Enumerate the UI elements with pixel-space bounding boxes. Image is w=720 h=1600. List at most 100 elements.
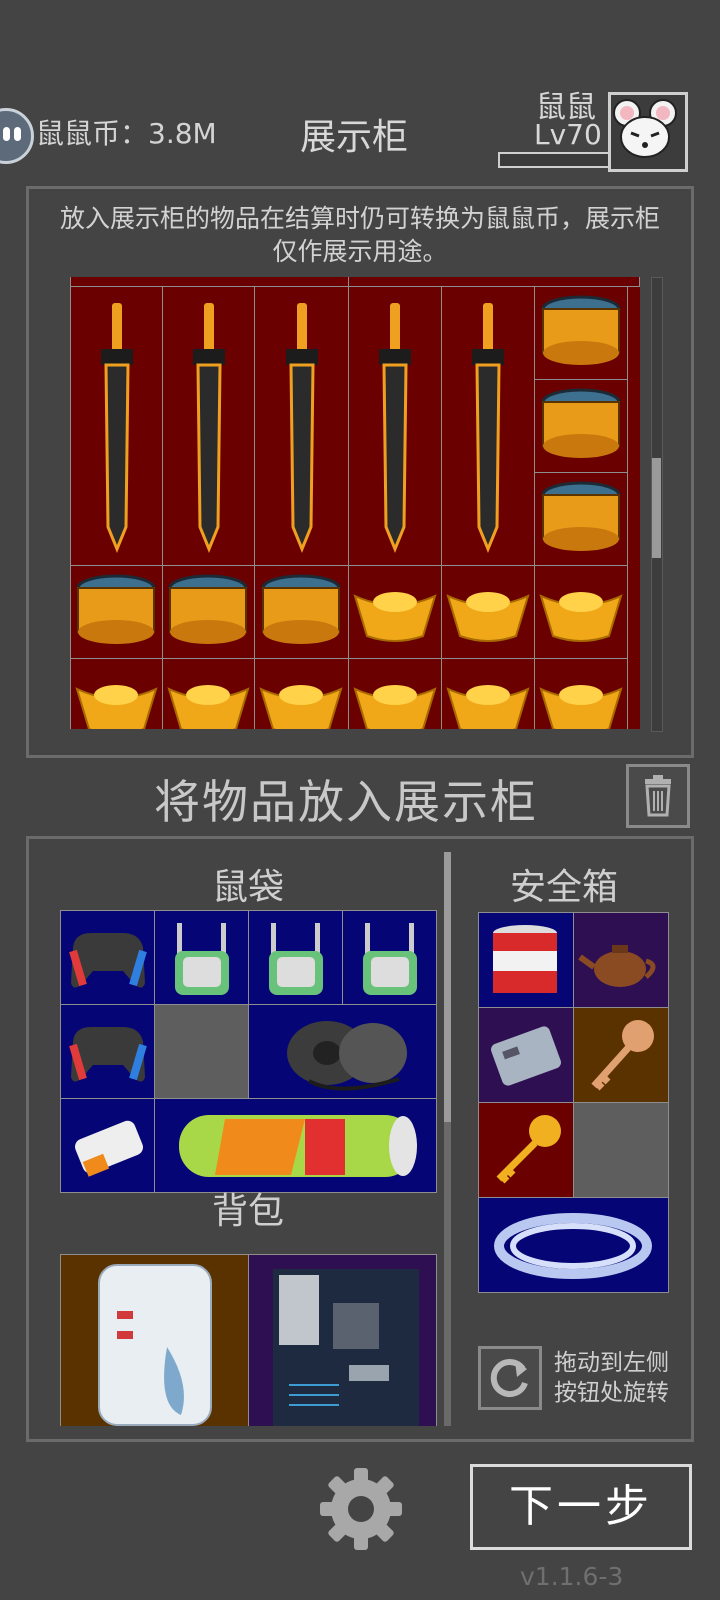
gold-drum-icon [168,574,248,644]
gold-ingot-icon [167,685,250,729]
xp-bar [498,152,612,168]
next-step-button[interactable]: 下一步 [470,1464,692,1550]
battery-pack-icon [491,1026,561,1086]
showcase-grid[interactable] [70,277,640,729]
rotate-hint-line2: 按钮处旋转 [554,1380,669,1406]
gold-ingot-icon [539,592,623,642]
pouch-item-speaker[interactable] [248,1004,437,1099]
sword-icon [379,303,411,553]
sword-icon [472,303,504,553]
safe-item-teapot[interactable] [573,912,669,1008]
speaker-icon [287,1021,407,1091]
mouse-face-icon [613,99,677,158]
profile-avatar[interactable] [0,108,34,164]
milk-powder-jug-icon [98,1264,212,1426]
showcase-item-sword[interactable] [162,286,255,566]
showcase-item-gold-ingot[interactable] [162,658,255,729]
rotate-hint: 拖动到左侧 按钮处旋转 [554,1348,669,1408]
wifi-router-icon [363,923,417,995]
showcase-item-gold-ingot[interactable] [534,565,628,659]
showcase-item-gold-drum[interactable] [254,565,349,659]
coins-balance: 鼠鼠币：3.8M [36,117,217,150]
gold-key-icon [496,1115,561,1184]
pouch-label: 鼠袋 [212,867,285,908]
gamepad-icon [69,1027,147,1082]
showcase-item-gold-ingot[interactable] [70,658,163,729]
gold-drum-icon [76,574,156,644]
settings-button[interactable] [316,1464,406,1554]
pouch-item-wifi-router[interactable] [154,910,249,1005]
gold-drum-icon [541,388,621,458]
safe-empty-slot[interactable] [573,1102,669,1198]
showcase-scrollbar-thumb[interactable] [652,458,661,558]
pouch-item-tube-snack[interactable] [154,1098,437,1193]
pouch-item-power-bank[interactable] [60,1098,155,1193]
brass-key-icon [591,1020,654,1091]
tube-snack-icon [179,1115,417,1177]
showcase-item-sword[interactable] [441,286,535,566]
page-title: 展示柜 [300,117,409,158]
pouch-item-gamepad[interactable] [60,1004,155,1099]
showcase-item-gold-drum[interactable] [162,565,255,659]
canned-food-icon [493,925,557,993]
gold-drum-icon [261,574,341,644]
player-level: Lv70 [534,118,602,151]
sword-icon [286,303,318,553]
backpack-item-milk-powder-jug[interactable] [60,1254,249,1426]
gold-ingot-icon [75,685,158,729]
safe-item-battery-pack[interactable] [478,1007,574,1103]
version-label: v1.1.6-3 [520,1562,624,1591]
pouch-item-gamepad[interactable] [60,910,155,1005]
wifi-router-icon [175,923,229,995]
showcase-item-gold-ingot[interactable] [441,565,535,659]
showcase-item-sword[interactable] [70,286,163,566]
mouse-portrait[interactable] [608,92,688,172]
showcase-item-gold-drum[interactable] [534,286,628,380]
showcase-item-gold-drum[interactable] [70,565,163,659]
showcase-note: 放入展示柜的物品在结算时仍可转换为鼠鼠币，展示柜仅作展示用途。 [60,204,661,266]
inventory-scrollbar-thumb[interactable] [444,852,451,1122]
pouch-item-wifi-router[interactable] [342,910,437,1005]
backpack-grid[interactable] [60,1254,440,1426]
gold-ingot-icon [353,685,437,729]
gold-ingot-icon [259,685,343,729]
sword-icon [101,303,133,553]
cable-coil-icon [494,1213,652,1279]
backpack-label: 背包 [212,1191,285,1232]
gear-icon [320,1468,402,1550]
gamepad-icon [69,933,147,988]
teapot-icon [578,945,656,987]
gold-ingot-icon [446,685,530,729]
showcase-item-gold-drum[interactable] [534,472,628,566]
wifi-router-icon [269,923,323,995]
showcase-item-sword[interactable] [348,286,442,566]
rotate-hint-line1: 拖动到左侧 [554,1350,669,1376]
showcase-item-gold-ingot[interactable] [534,658,628,729]
place-heading: 将物品放入展示柜 [154,775,538,829]
safe-item-cable-coil[interactable] [478,1197,669,1293]
rotate-button[interactable] [478,1346,542,1410]
pouch-grid[interactable] [60,910,440,1195]
showcase-item-gold-ingot[interactable] [348,658,442,729]
power-bank-icon [75,1120,143,1177]
gold-ingot-icon [353,592,437,642]
motherboard-icon [273,1269,419,1426]
rotate-icon [490,1359,528,1398]
showcase-item-gold-drum[interactable] [534,379,628,473]
safe-item-canned-food[interactable] [478,912,574,1008]
gold-ingot-icon [539,685,623,729]
gold-ingot-icon [446,592,530,642]
showcase-item-gold-ingot[interactable] [254,658,349,729]
trash-button[interactable] [626,764,690,828]
safe-item-brass-key[interactable] [573,1007,669,1103]
safe-label: 安全箱 [510,867,619,908]
safe-item-gold-key[interactable] [478,1102,574,1198]
showcase-item-gold-ingot[interactable] [348,565,442,659]
showcase-item-gold-ingot[interactable] [441,658,535,729]
backpack-item-motherboard[interactable] [248,1254,437,1426]
pouch-item-wifi-router[interactable] [248,910,343,1005]
showcase-item-sword[interactable] [254,286,349,566]
safe-grid[interactable] [478,912,670,1296]
pouch-empty-slot[interactable] [154,1004,249,1099]
gold-drum-icon [541,481,621,551]
